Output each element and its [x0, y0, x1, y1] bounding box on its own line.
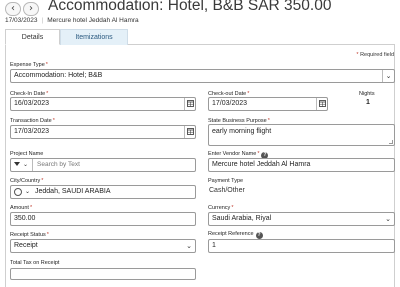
vendor-name-input[interactable]: Mercure hotel Jeddah Al Hamra — [208, 158, 395, 172]
project-name-placeholder: Search by Text — [37, 161, 80, 168]
check-in-value: 16/03/2023 — [14, 100, 50, 107]
business-purpose-textarea[interactable]: early morning flight — [208, 124, 395, 146]
expense-type-value: Accommodation: Hotel; B&B — [14, 72, 103, 79]
expense-type-select[interactable]: Accommodation: Hotel; B&B ⌄ — [10, 69, 395, 83]
amount-value: 350.00 — [14, 215, 36, 222]
chevron-down-icon: ⌄ — [186, 242, 192, 250]
amount-label: Amount* — [10, 205, 33, 211]
tab-itemizations[interactable]: Itemizations — [60, 29, 128, 45]
calendar-icon[interactable] — [184, 98, 195, 110]
business-purpose-value: early morning flight — [212, 128, 272, 135]
city-country-value: Jeddah, SAUDI ARABIA — [35, 188, 111, 195]
required-field-note: * Required field — [356, 52, 394, 58]
check-in-date-field[interactable]: 16/03/2023 — [10, 97, 196, 111]
chevron-down-icon: ⌄ — [385, 215, 391, 223]
receipt-reference-value: 1 — [212, 242, 216, 249]
expense-vendor: Mercure hotel Jeddah Al Hamra — [47, 17, 139, 24]
receipt-reference-input[interactable]: 1 — [208, 239, 395, 253]
nights-label: Nights — [359, 91, 375, 97]
calendar-icon[interactable] — [316, 98, 327, 110]
chevron-down-icon: ⌄ — [382, 70, 394, 82]
currency-select[interactable]: Saudi Arabia, Riyal ⌄ — [208, 212, 395, 226]
receipt-status-label: Receipt Status* — [10, 232, 49, 238]
resize-handle-icon[interactable] — [389, 140, 393, 144]
total-tax-label: Total Tax on Receipt — [10, 260, 60, 266]
check-out-date-field[interactable]: 17/03/2023 — [208, 97, 328, 111]
city-country-field[interactable]: ⌄ Jeddah, SAUDI ARABIA — [10, 185, 196, 199]
arrow-right-icon[interactable]: › — [23, 2, 39, 16]
transaction-date-value: 17/03/2023 — [14, 128, 50, 135]
payment-type-value: Cash/Other — [209, 187, 245, 194]
tab-details[interactable]: Details — [5, 29, 60, 45]
chevron-down-icon: ⌄ — [23, 161, 29, 168]
project-name-label: Project Name — [10, 151, 44, 157]
currency-label: Currency* — [208, 205, 234, 211]
total-tax-input[interactable] — [10, 268, 196, 280]
expense-type-label: Expense Type* — [10, 62, 48, 68]
transaction-date-field[interactable]: 17/03/2023 — [10, 125, 196, 139]
report-header: ‹ › Accommodation: Hotel, B&B SAR 350.00… — [0, 0, 400, 28]
amount-input[interactable]: 350.00 — [10, 212, 196, 226]
help-icon[interactable]: ? — [255, 232, 263, 239]
filter-dropdown[interactable]: ⌄ — [11, 159, 33, 171]
tab-bar: Details Itemizations — [5, 29, 395, 45]
filter-icon — [14, 162, 20, 166]
expense-subtitle: 17/03/2023 | Mercure hotel Jeddah Al Hamra — [5, 17, 139, 24]
chevron-down-icon[interactable]: ⌄ — [25, 186, 30, 198]
arrow-left-icon[interactable]: ‹ — [5, 2, 21, 16]
separator: | — [41, 17, 44, 24]
globe-icon — [14, 188, 22, 196]
receipt-reference-label: Receipt Reference? — [208, 231, 263, 239]
nights-value: 1 — [366, 99, 370, 106]
city-country-label: City/Country* — [10, 178, 44, 184]
vendor-name-value: Mercure hotel Jeddah Al Hamra — [212, 161, 311, 168]
payment-type-label: Payment Type — [208, 178, 244, 184]
check-out-value: 17/03/2023 — [212, 100, 248, 107]
calendar-icon[interactable] — [184, 126, 195, 138]
expense-date: 17/03/2023 — [5, 17, 38, 24]
page-title: Accommodation: Hotel, B&B SAR 350.00 — [48, 0, 332, 14]
receipt-status-value: Receipt — [14, 242, 38, 249]
currency-value: Saudi Arabia, Riyal — [212, 215, 272, 222]
receipt-status-select[interactable]: Receipt ⌄ — [10, 239, 196, 253]
transaction-date-label: Transaction Date* — [10, 118, 55, 124]
project-name-search[interactable]: ⌄ Search by Text — [10, 158, 196, 172]
